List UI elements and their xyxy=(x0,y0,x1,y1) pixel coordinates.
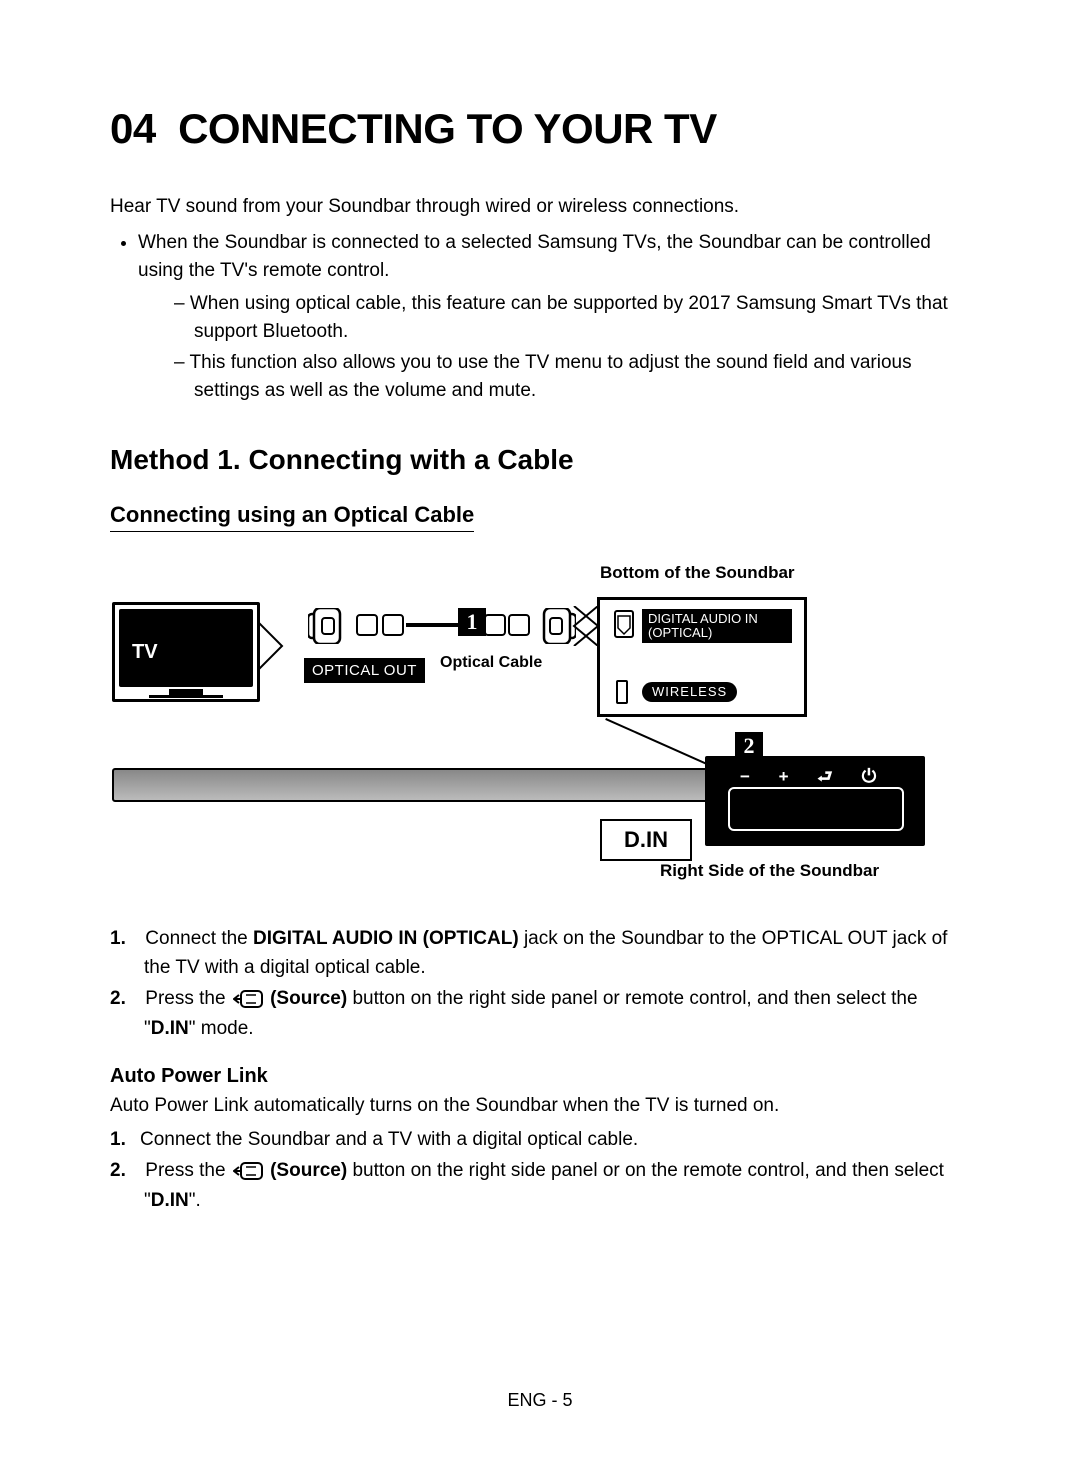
step-bold: (Source) xyxy=(265,988,347,1009)
step-bold: D.IN xyxy=(151,1018,189,1039)
auto-power-link-heading: Auto Power Link xyxy=(110,1065,970,1088)
source-button-icon xyxy=(233,990,263,1008)
chapter-heading: CONNECTING TO YOUR TV xyxy=(178,105,717,152)
step-text: Press the xyxy=(145,988,231,1009)
optical-cable-heading: Connecting using an Optical Cable xyxy=(110,502,474,532)
bullet-text: When the Soundbar is connected to a sele… xyxy=(138,232,931,282)
dash-list: When using optical cable, this feature c… xyxy=(138,290,970,406)
optical-plug-left-icon xyxy=(308,608,354,644)
bullet-item: When the Soundbar is connected to a sele… xyxy=(138,229,970,406)
optical-cable-label: Optical Cable xyxy=(440,654,542,672)
step-bold: D.IN xyxy=(151,1190,189,1211)
step-text: Press the xyxy=(145,1160,231,1181)
connection-diagram: Bottom of the Soundbar TV 1 xyxy=(110,568,970,898)
callout-number-1: 1 xyxy=(458,608,486,636)
step-2: Press the (Source) button on the right s… xyxy=(144,984,970,1043)
panel-pointer-icon xyxy=(572,606,598,646)
optical-plug-right-icon xyxy=(530,608,576,644)
source-button-icon xyxy=(233,1162,263,1180)
tv-label: TV xyxy=(132,641,158,664)
step-bold: DIGITAL AUDIO IN (OPTICAL) xyxy=(253,928,519,949)
digital-audio-in-label: DIGITAL AUDIO IN (OPTICAL) xyxy=(642,609,792,644)
din-label: D.IN xyxy=(600,819,692,861)
soundbar-right-panel: − + ⮐ ⏻ xyxy=(705,756,925,846)
auto-power-link-desc: Auto Power Link automatically turns on t… xyxy=(110,1092,970,1121)
chapter-title: 04 CONNECTING TO YOUR TV xyxy=(110,105,970,153)
soundbar-bottom-panel: DIGITAL AUDIO IN (OPTICAL) WIRELESS xyxy=(597,597,807,717)
optical-in-port-icon xyxy=(614,610,634,638)
step-1: Connect the DIGITAL AUDIO IN (OPTICAL) j… xyxy=(144,924,970,983)
soundbar-illustration xyxy=(112,768,774,802)
step-text: " mode. xyxy=(189,1018,254,1039)
tv-pointer-icon xyxy=(258,612,308,680)
step-text: ". xyxy=(189,1190,201,1211)
method-1-heading: Method 1. Connecting with a Cable xyxy=(110,444,970,476)
step-text: Connect the xyxy=(145,928,253,949)
optical-out-label: OPTICAL OUT xyxy=(304,658,425,683)
manual-page: 04 CONNECTING TO YOUR TV Hear TV sound f… xyxy=(0,0,1080,1215)
apl-step-2: Press the (Source) button on the right s… xyxy=(144,1156,970,1215)
wireless-port-icon xyxy=(616,680,628,704)
diagram-bottom-caption: Right Side of the Soundbar xyxy=(660,861,879,881)
cable-joint-icon xyxy=(382,614,404,636)
dash-item: When using optical cable, this feature c… xyxy=(174,290,970,347)
right-panel-frame-icon xyxy=(728,787,904,831)
wireless-label: WIRELESS xyxy=(642,682,737,702)
dash-item: This function also allows you to use the… xyxy=(174,349,970,406)
auto-power-link-steps: Connect the Soundbar and a TV with a dig… xyxy=(110,1125,970,1215)
apl-step-1: Connect the Soundbar and a TV with a dig… xyxy=(144,1125,970,1154)
connection-steps: Connect the DIGITAL AUDIO IN (OPTICAL) j… xyxy=(110,924,970,1044)
intro-bullet-list: When the Soundbar is connected to a sele… xyxy=(110,229,970,406)
diagram-top-caption: Bottom of the Soundbar xyxy=(600,563,795,583)
cable-joint-icon xyxy=(356,614,378,636)
step-bold: (Source) xyxy=(265,1160,347,1181)
chapter-number: 04 xyxy=(110,105,156,152)
page-number: ENG - 5 xyxy=(0,1390,1080,1411)
cable-joint-icon xyxy=(508,614,530,636)
intro-text: Hear TV sound from your Soundbar through… xyxy=(110,193,970,221)
cable-joint-icon xyxy=(484,614,506,636)
